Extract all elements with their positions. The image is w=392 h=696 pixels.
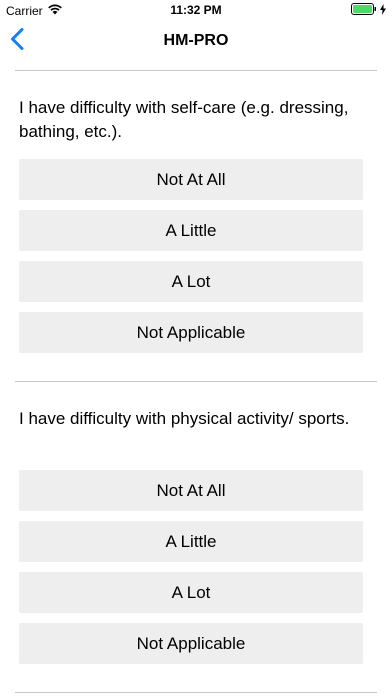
option-a-lot[interactable]: A Lot	[19, 572, 363, 613]
option-not-applicable[interactable]: Not Applicable	[19, 623, 363, 664]
option-a-little[interactable]: A Little	[19, 210, 363, 251]
divider	[15, 692, 377, 693]
question-text: I have difficulty with self-care (e.g. d…	[19, 98, 349, 141]
option-not-at-all[interactable]: Not At All	[19, 470, 363, 511]
option-a-lot[interactable]: A Lot	[19, 261, 363, 302]
page-title: HM-PRO	[163, 32, 229, 49]
option-not-at-all[interactable]: Not At All	[19, 159, 363, 200]
option-a-little[interactable]: A Little	[19, 521, 363, 562]
navigation-bar: HM-PRO	[0, 22, 392, 62]
battery-icon	[351, 3, 377, 18]
question-text: I have difficulty with physical activity…	[19, 409, 350, 428]
status-right	[351, 3, 386, 18]
divider	[15, 381, 377, 382]
status-time: 11:32 PM	[170, 3, 222, 17]
charging-bolt-icon	[380, 3, 386, 18]
option-not-applicable[interactable]: Not Applicable	[19, 312, 363, 353]
status-bar: Carrier 11:32 PM	[0, 0, 392, 22]
divider	[15, 70, 377, 71]
